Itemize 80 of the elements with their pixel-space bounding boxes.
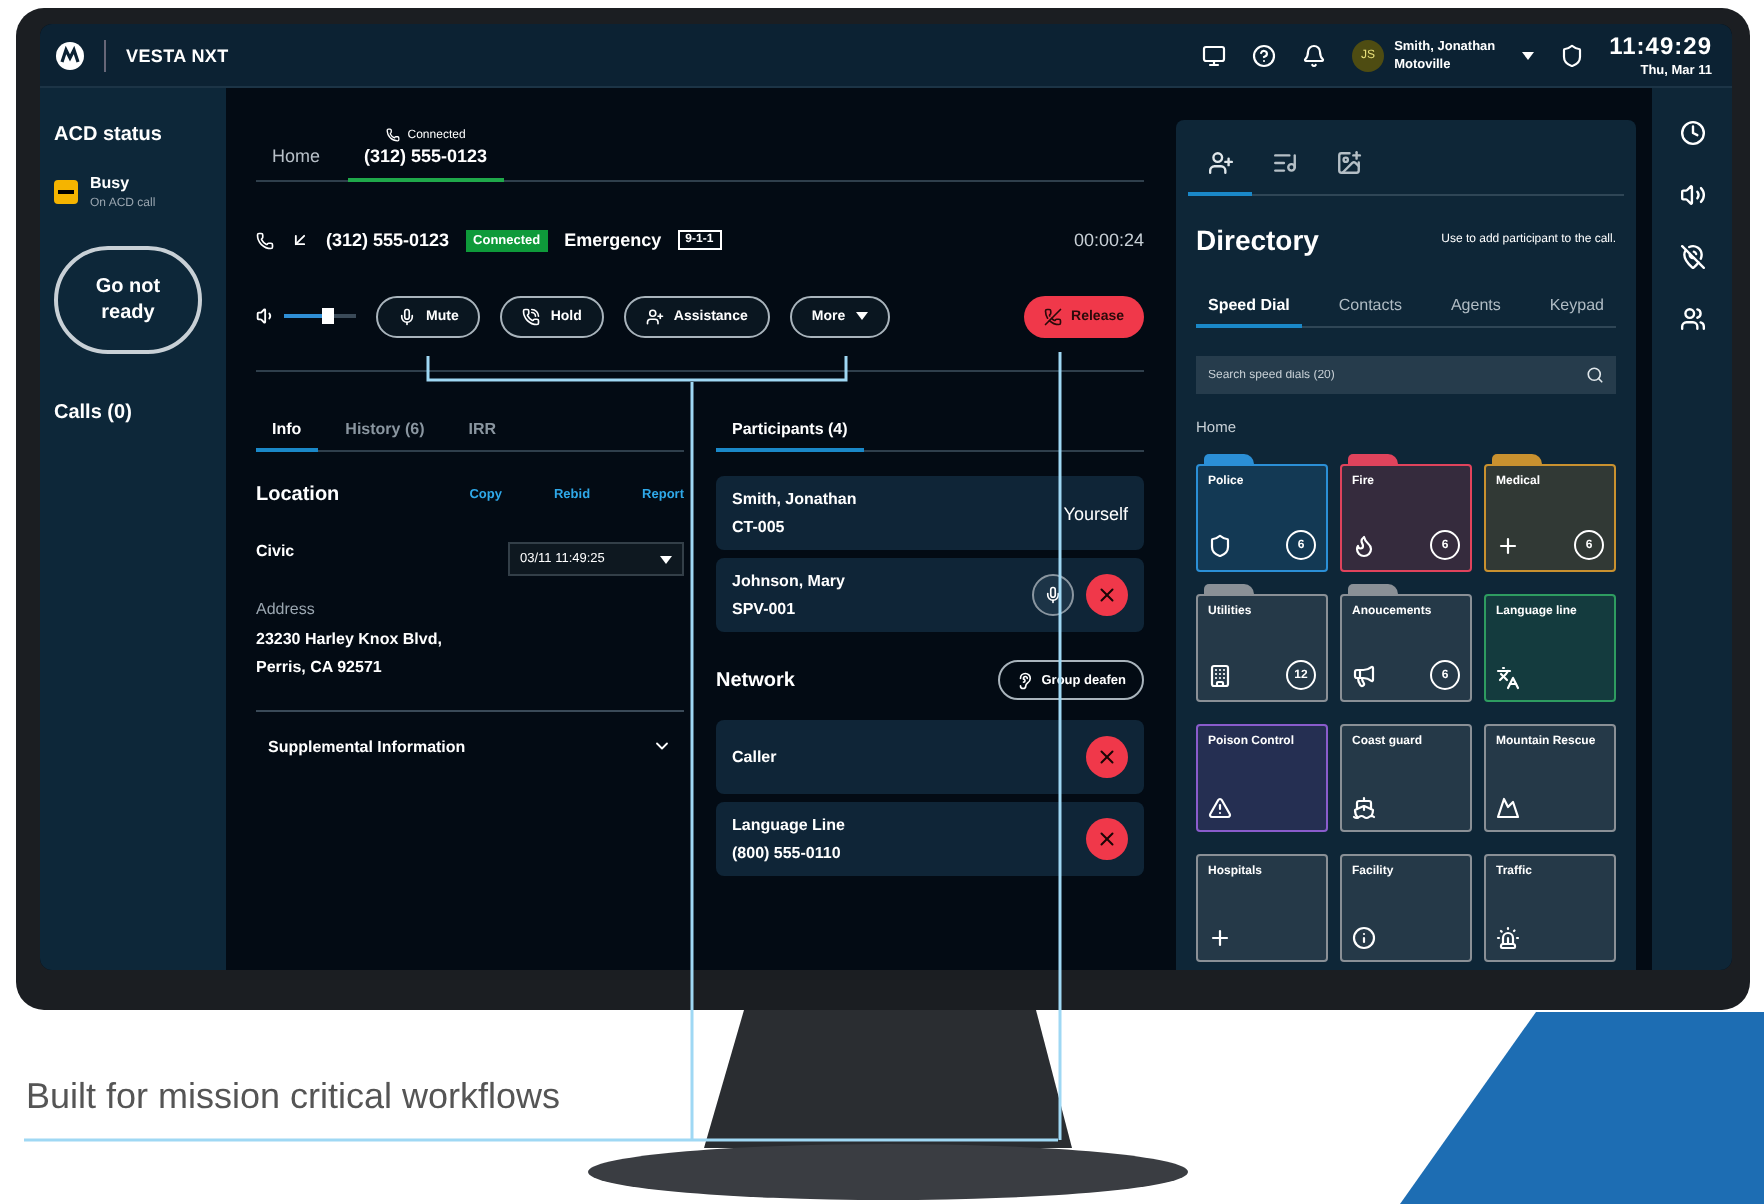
translate-icon [1496, 666, 1520, 690]
participant-id: CT-005 [732, 518, 787, 536]
mountain-icon [1496, 796, 1520, 820]
phone-icon [522, 307, 541, 325]
remove-button[interactable] [1086, 736, 1128, 778]
cross-icon [1208, 926, 1232, 950]
calls-count: Calls (0) [54, 402, 134, 424]
help-icon [1252, 43, 1277, 67]
info-icon [1352, 926, 1376, 950]
location-type: Civic [256, 542, 295, 560]
add-person-icon [645, 307, 664, 325]
call-tab[interactable]: Home [256, 146, 337, 182]
address-text: 23230 Harley Knox Blvd, Perris, CA 92571 [256, 628, 444, 680]
directory-tab[interactable]: Contacts [1326, 296, 1414, 328]
directory-tab[interactable]: Speed Dial [1196, 296, 1302, 328]
volume-thumb[interactable] [321, 308, 334, 324]
go-not-ready-button[interactable]: Go not ready [54, 246, 202, 354]
supplemental-toggle[interactable]: Supplemental Information [256, 710, 684, 756]
info-tab[interactable]: IRR [452, 420, 513, 452]
caret-icon [855, 312, 868, 320]
siren-icon [1496, 926, 1520, 950]
cross-icon [1496, 533, 1520, 557]
phone-icon [385, 128, 400, 142]
sidebar-title: ACD status [54, 124, 164, 146]
close-icon [1096, 584, 1118, 606]
phone-icon [256, 231, 274, 249]
mic-icon [398, 307, 416, 325]
member-name: Language Line [732, 816, 845, 834]
map-pin-icon [1679, 244, 1705, 270]
logo-icon [56, 41, 84, 69]
megaphone-icon [1352, 663, 1376, 687]
directory-tab[interactable]: Agents [1438, 296, 1513, 328]
caller-number: (312) 555-0123 [326, 230, 450, 250]
info-tab[interactable]: Info [256, 420, 318, 452]
member-name: Caller [732, 748, 777, 766]
participant-id: SPV-001 [732, 600, 798, 618]
address-label: Address [256, 600, 317, 618]
close-icon [1096, 746, 1118, 768]
monitor-icon [1202, 43, 1227, 67]
arrow-icon [290, 230, 310, 250]
add-image-icon [1335, 149, 1361, 175]
section-title: Location [256, 484, 340, 506]
mic-button[interactable] [1032, 574, 1074, 616]
speaker-icon [256, 306, 276, 326]
directory-tab[interactable]: Keypad [1537, 296, 1616, 328]
clock-icon [1679, 120, 1705, 146]
hang-up-icon [1043, 307, 1062, 325]
clock-time: 11:49:29 [1609, 32, 1712, 60]
search-icon [1586, 366, 1604, 384]
list-audio-icon [1271, 149, 1297, 175]
app-name: VESTA NXT [126, 45, 229, 65]
users-icon [1679, 306, 1705, 332]
member-number: (800) 555-0110 [732, 844, 843, 862]
section-title: Network [716, 669, 795, 691]
flame-icon [1352, 533, 1376, 557]
remove-button[interactable] [1086, 818, 1128, 860]
warning-icon [1208, 796, 1232, 820]
add-person-icon [1207, 149, 1233, 175]
volume-icon [1679, 182, 1705, 208]
boat-icon [1352, 796, 1376, 820]
caption: Built for mission critical workflows [26, 1076, 561, 1118]
call-timer: 00:00:24 [1073, 230, 1144, 250]
shield-icon [1208, 533, 1232, 557]
ear-icon [1015, 671, 1034, 689]
participant-name: Smith, Jonathan [732, 490, 857, 508]
bell-icon [1302, 43, 1327, 67]
caret-icon[interactable] [1521, 51, 1534, 59]
close-icon [1096, 828, 1118, 850]
badge-icon [1559, 43, 1584, 67]
caret-icon [660, 555, 672, 563]
remove-button[interactable] [1086, 574, 1128, 616]
building-icon [1208, 663, 1232, 687]
mic-icon [1044, 586, 1062, 604]
participants-tab[interactable]: Participants (4) [716, 420, 864, 452]
directory-title: Directory [1196, 224, 1319, 256]
participant-name: Johnson, Mary [732, 572, 845, 590]
info-tab[interactable]: History (6) [329, 420, 441, 452]
status-label: Busy [90, 174, 132, 192]
self-label: Yourself [1063, 503, 1128, 523]
call-type: Emergency [564, 230, 662, 250]
